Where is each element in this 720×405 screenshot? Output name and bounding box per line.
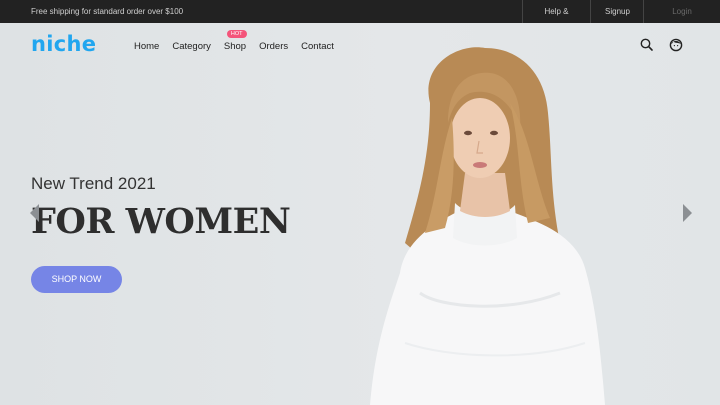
top-links: Help & FAQs Signup Login (522, 0, 720, 39)
user-icon[interactable] (668, 37, 684, 53)
search-icon[interactable] (639, 37, 655, 53)
main-nav: Home Category HOT Shop Orders Contact (134, 30, 347, 52)
top-bar: Free shipping for standard order over $1… (0, 0, 720, 39)
signup-link[interactable]: Signup (590, 0, 643, 23)
hero-banner: niche Home Category HOT Shop Orders Conta… (0, 23, 720, 405)
hero-model-image (370, 47, 605, 405)
nav-item-label: Shop (223, 41, 247, 52)
nav-item-home[interactable]: Home (134, 41, 159, 52)
prev-slide-arrow-icon[interactable] (30, 204, 39, 222)
next-slide-arrow-icon[interactable] (683, 204, 692, 222)
nav-item-label: Home (134, 41, 160, 52)
help-faqs-link[interactable]: Help & FAQs (522, 0, 590, 39)
nav-item-label: Category (172, 41, 211, 52)
nav-item-label: Orders (259, 41, 289, 52)
nav-item-shop[interactable]: HOT Shop (223, 30, 247, 52)
hot-badge: HOT (226, 30, 247, 38)
nav-item-label: Contact (301, 41, 334, 52)
hero-headline: FOR WOMEN (31, 201, 291, 242)
hero-subtitle: New Trend 2021 (31, 174, 156, 193)
shipping-promo-text: Free shipping for standard order over $1… (31, 7, 184, 16)
nav-item-contact[interactable]: Contact (301, 41, 334, 52)
login-link[interactable]: Login (643, 0, 720, 23)
shop-now-button[interactable]: SHOP NOW (31, 266, 122, 293)
logo[interactable]: niche (31, 32, 96, 56)
nav-item-orders[interactable]: Orders (259, 41, 288, 52)
nav-item-category[interactable]: Category (172, 41, 211, 52)
